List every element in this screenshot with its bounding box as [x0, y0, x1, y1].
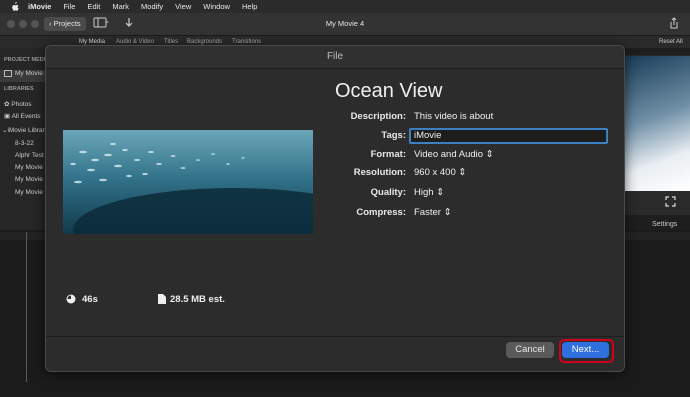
compress-select[interactable]: Faster ⇕ — [414, 207, 452, 218]
updown-chevron-icon: ⇕ — [436, 187, 445, 198]
file-size-value: 28.5 MB est. — [170, 294, 225, 305]
menu-modify[interactable]: Modify — [141, 2, 163, 11]
timeline-playhead[interactable] — [26, 232, 27, 382]
reset-all-button[interactable]: Reset All — [659, 39, 683, 45]
menu-edit[interactable]: Edit — [87, 2, 100, 11]
dialog-window-title: File — [326, 51, 344, 62]
compress-value: Faster — [414, 207, 441, 218]
sidebar-event[interactable]: Alphr Test — [15, 152, 44, 159]
format-label: Format: — [370, 149, 406, 160]
tags-input[interactable]: iMovie — [409, 128, 608, 144]
sidebar-item-project-label: My Movie 4 — [15, 70, 49, 78]
format-select[interactable]: Video and Audio ⇕ — [414, 149, 494, 160]
updown-chevron-icon: ⇕ — [458, 167, 467, 178]
viewer-preview — [625, 56, 690, 191]
cancel-button[interactable]: Cancel — [506, 342, 554, 358]
menu-bar: iMovie File Edit Mark Modify View Window… — [0, 0, 690, 13]
project-media-header: PROJECT MEDIA — [4, 57, 50, 63]
sidebar-item-library[interactable]: ⌄iMovie Library — [2, 126, 48, 134]
clock-icon — [66, 294, 76, 304]
quality-select[interactable]: High ⇕ — [414, 187, 444, 198]
sidebar-event[interactable]: My Movie — [15, 176, 43, 183]
updown-chevron-icon: ⇕ — [485, 149, 494, 160]
quality-value: High — [414, 187, 434, 198]
description-field[interactable]: This video is about — [414, 111, 493, 122]
star-icon: ▣ — [4, 113, 12, 120]
menu-file[interactable]: File — [63, 2, 75, 11]
compress-label: Compress: — [356, 207, 406, 218]
duration-value: 46s — [82, 294, 98, 305]
settings-button[interactable]: Settings — [652, 221, 677, 228]
description-label: Description: — [350, 111, 406, 122]
format-value: Video and Audio — [414, 149, 484, 160]
dialog-divider — [46, 336, 624, 337]
resolution-value: 960 x 400 — [414, 167, 456, 178]
sidebar-item-photos-label: Photos — [11, 101, 32, 108]
sidebar-item-library-label: iMovie Library — [7, 127, 48, 134]
tags-label: Tags: — [381, 130, 406, 141]
film-icon — [4, 70, 12, 77]
window-title: My Movie 4 — [325, 19, 365, 28]
sidebar-item-photos[interactable]: ✿ Photos — [4, 100, 32, 108]
sidebar-item-all-events-label: All Events — [11, 113, 41, 120]
library-sidebar: PROJECT MEDIA My Movie 4 LIBRARIES ✿ Pho… — [0, 48, 50, 248]
sidebar-item-all-events[interactable]: ▣ All Events — [4, 112, 41, 120]
menu-window[interactable]: Window — [203, 2, 230, 11]
share-icon[interactable] — [669, 17, 679, 29]
updown-chevron-icon: ⇕ — [443, 207, 452, 218]
video-thumbnail — [63, 130, 313, 234]
project-title: Ocean View — [335, 80, 443, 102]
fullscreen-icon[interactable] — [665, 196, 676, 207]
menu-view[interactable]: View — [175, 2, 191, 11]
file-icon — [158, 294, 166, 304]
menu-app[interactable]: iMovie — [28, 2, 51, 11]
dialog-titlebar: File — [46, 46, 624, 69]
quality-label: Quality: — [370, 187, 406, 198]
menu-mark[interactable]: Mark — [112, 2, 129, 11]
window-titlebar: ‹ Projects My Movie 4 — [0, 13, 690, 36]
menu-help[interactable]: Help — [242, 2, 257, 11]
apple-icon[interactable] — [10, 1, 20, 12]
sidebar-event[interactable]: My Movie — [15, 164, 43, 171]
sidebar-event[interactable]: 8-3-22 — [15, 140, 34, 147]
next-button[interactable]: Next... — [562, 342, 609, 358]
sidebar-event[interactable]: My Movie — [15, 189, 43, 196]
sidebar-item-project[interactable]: My Movie 4 — [0, 70, 48, 82]
share-file-dialog: File Ocean View Description: This video … — [45, 45, 625, 372]
resolution-label: Resolution: — [353, 167, 406, 178]
resolution-select[interactable]: 960 x 400 ⇕ — [414, 167, 466, 178]
libraries-header: LIBRARIES — [4, 86, 34, 92]
